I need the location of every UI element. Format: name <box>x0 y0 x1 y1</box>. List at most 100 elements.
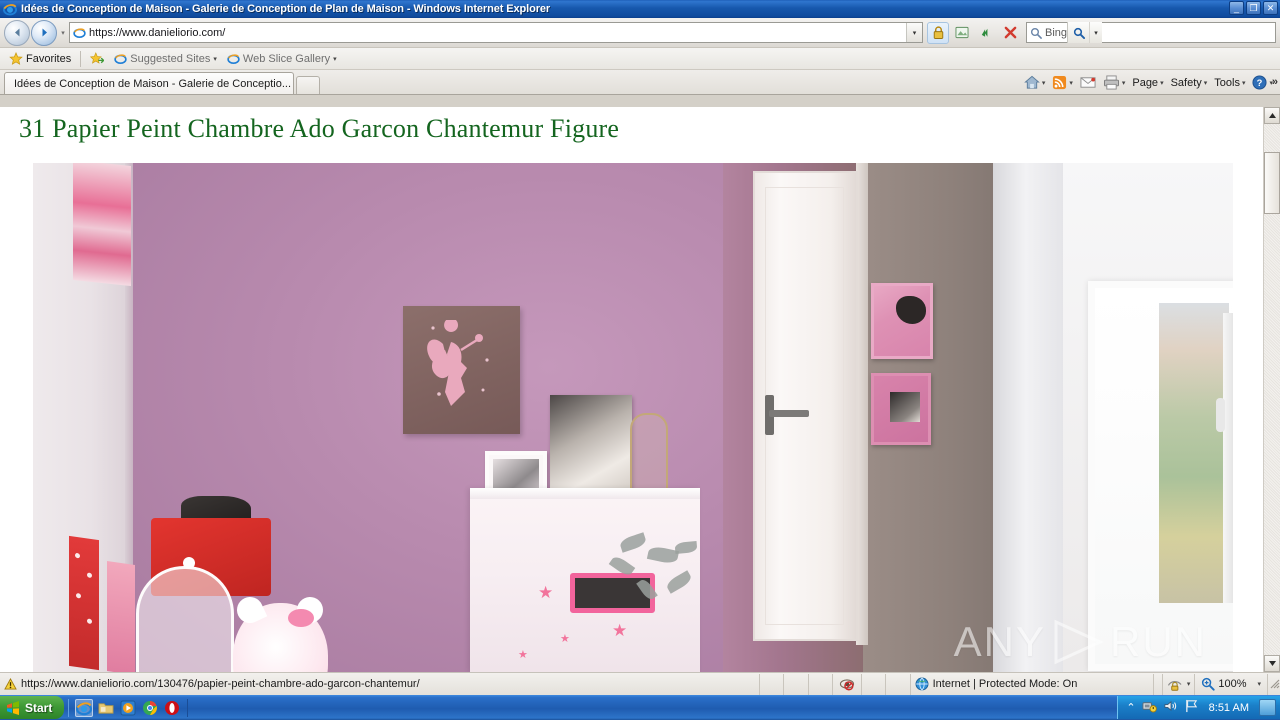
taskbar-chrome[interactable] <box>141 699 159 717</box>
address-dropdown-button[interactable]: ▾ <box>906 23 922 42</box>
scroll-down-button[interactable] <box>1264 655 1280 672</box>
volume-icon[interactable] <box>1163 699 1178 716</box>
feeds-button[interactable]: ▾ <box>1049 73 1076 92</box>
favorites-bar: Favorites Suggested Sites ▾ Web Slice Ga… <box>0 48 1280 70</box>
taskbar-file-explorer[interactable] <box>97 699 115 717</box>
tab-active[interactable]: Idées de Conception de Maison - Galerie … <box>4 72 294 94</box>
chevron-down-icon[interactable]: ▾ <box>1187 680 1191 688</box>
window-controls[interactable]: _ ❐ ✕ <box>1229 1 1278 15</box>
folder-icon <box>98 702 114 714</box>
refresh-button[interactable] <box>975 22 997 44</box>
security-zone-cell[interactable]: Internet | Protected Mode: On <box>911 673 1154 695</box>
minimize-button[interactable]: _ <box>1229 1 1244 15</box>
quick-launch-bar <box>68 698 189 717</box>
suggested-sites-item[interactable]: Suggested Sites ▾ <box>109 51 222 66</box>
back-arrow-icon <box>14 28 19 37</box>
resize-grip[interactable] <box>1268 677 1280 692</box>
chevron-down-icon <box>1268 661 1276 666</box>
watermark-text-right: RUN <box>1110 618 1207 665</box>
taskbar-internet-explorer[interactable] <box>75 698 94 717</box>
command-bar: ▾ ▾ ▾ Page ▾ Safety ▾ Tools ▾ ? ▾ <box>1021 73 1276 92</box>
clock[interactable]: 8:51 AM <box>1205 702 1253 714</box>
photo-small-birdcage <box>630 413 668 499</box>
popup-blocked-cell[interactable] <box>833 673 863 695</box>
page-title: 31 Papier Peint Chambre Ado Garcon Chant… <box>19 114 620 143</box>
taskbar-media-player[interactable] <box>119 699 137 717</box>
chevron-down-icon: ▾ <box>333 55 337 63</box>
search-provider-icon <box>1027 27 1045 39</box>
status-cell-1 <box>760 673 785 695</box>
chevron-down-icon: ▾ <box>1041 79 1046 87</box>
stop-button[interactable] <box>999 22 1021 44</box>
zoom-icon <box>1202 677 1215 691</box>
print-icon <box>1103 75 1119 90</box>
photo-pink-art-bottom <box>871 373 931 445</box>
tools-menu-label: Tools <box>1214 76 1240 89</box>
network-icon[interactable] <box>1142 699 1157 716</box>
vertical-scrollbar[interactable] <box>1263 107 1280 672</box>
address-bar[interactable]: https://www.danieliorio.com/ ▾ <box>69 22 923 43</box>
security-zone-text: Internet | Protected Mode: On <box>932 678 1078 690</box>
tray-expand-button[interactable]: ⌃ <box>1126 701 1135 714</box>
security-lock-button[interactable] <box>927 21 949 44</box>
chrome-icon <box>143 700 158 715</box>
web-slice-gallery-item[interactable]: Web Slice Gallery ▾ <box>222 51 342 66</box>
help-icon: ? <box>1252 75 1268 90</box>
security-lock-icon <box>933 25 943 39</box>
article-photo[interactable]: ★ ★ ★ ★ ANY RUN <box>33 163 1233 672</box>
favorites-add-button[interactable] <box>85 51 109 67</box>
popup-blocked-icon <box>839 679 855 691</box>
bedroom-photo: ★ ★ ★ ★ ANY RUN <box>33 163 1233 672</box>
zoom-control[interactable]: 100% ▾ <box>1195 673 1269 695</box>
safety-menu-button[interactable]: Safety ▾ <box>1168 75 1211 91</box>
status-cell-4 <box>862 673 887 695</box>
search-go-button[interactable] <box>1067 22 1090 43</box>
forward-button[interactable] <box>31 19 57 46</box>
search-box[interactable]: Bing ▾ <box>1026 22 1276 43</box>
photo-plush-bow <box>288 609 314 627</box>
privacy-report-cell[interactable]: ▾ <box>1163 673 1196 695</box>
maximize-button[interactable]: ❐ <box>1246 1 1261 15</box>
photo-fairy-canvas <box>403 306 520 434</box>
privacy-report-icon <box>1167 681 1182 691</box>
page-menu-button[interactable]: Page ▾ <box>1129 75 1166 91</box>
address-input[interactable]: https://www.danieliorio.com/ <box>88 27 906 39</box>
resize-grip-icon <box>1270 679 1280 688</box>
scrollbar-thumb[interactable] <box>1264 152 1280 214</box>
start-button[interactable]: Start <box>0 696 65 719</box>
status-cell-2 <box>784 673 809 695</box>
home-button[interactable]: ▾ <box>1021 73 1049 92</box>
window-title-bar[interactable]: Idées de Conception de Maison - Galerie … <box>0 0 1280 18</box>
photo-white-birdcage <box>136 557 234 672</box>
print-button[interactable]: ▾ <box>1100 73 1129 92</box>
photo-dresser-top <box>470 488 700 499</box>
recent-pages-button[interactable]: ▾ <box>57 29 69 37</box>
photo-hello-kitty-plush <box>232 592 328 672</box>
back-button[interactable] <box>4 19 30 46</box>
chevron-down-icon[interactable]: ▾ <box>1258 680 1262 688</box>
photo-pink-art-top <box>871 283 933 359</box>
tools-menu-button[interactable]: Tools ▾ <box>1211 75 1248 91</box>
status-spacer <box>1154 673 1163 695</box>
chevron-down-icon: ▾ <box>1069 79 1073 87</box>
favorites-button[interactable]: Favorites <box>4 51 76 67</box>
chevron-down-icon: ▾ <box>1160 79 1164 87</box>
taskbar-opera[interactable] <box>163 699 181 717</box>
svg-text:?: ? <box>1257 78 1263 88</box>
close-button[interactable]: ✕ <box>1263 1 1278 15</box>
mail-button[interactable] <box>1077 74 1099 91</box>
search-input[interactable]: Bing <box>1045 27 1067 39</box>
forward-arrow-icon <box>42 28 47 37</box>
photo-dresser: ★ ★ ★ ★ <box>470 488 700 672</box>
search-dropdown-button[interactable]: ▾ <box>1089 22 1103 43</box>
new-tab-button[interactable] <box>296 76 320 94</box>
scroll-up-button[interactable] <box>1264 107 1280 124</box>
tab-label: Idées de Conception de Maison - Galerie … <box>14 77 291 90</box>
photo-star-decal: ★ <box>560 633 570 645</box>
compatibility-view-button[interactable] <box>951 22 973 44</box>
flag-action-center-icon[interactable] <box>1184 699 1199 716</box>
show-desktop-button[interactable] <box>1259 699 1276 716</box>
scrollbar-track[interactable] <box>1264 214 1280 655</box>
chevron-down-icon: ▾ <box>1121 79 1126 87</box>
command-bar-overflow-button[interactable]: » <box>1272 76 1278 88</box>
